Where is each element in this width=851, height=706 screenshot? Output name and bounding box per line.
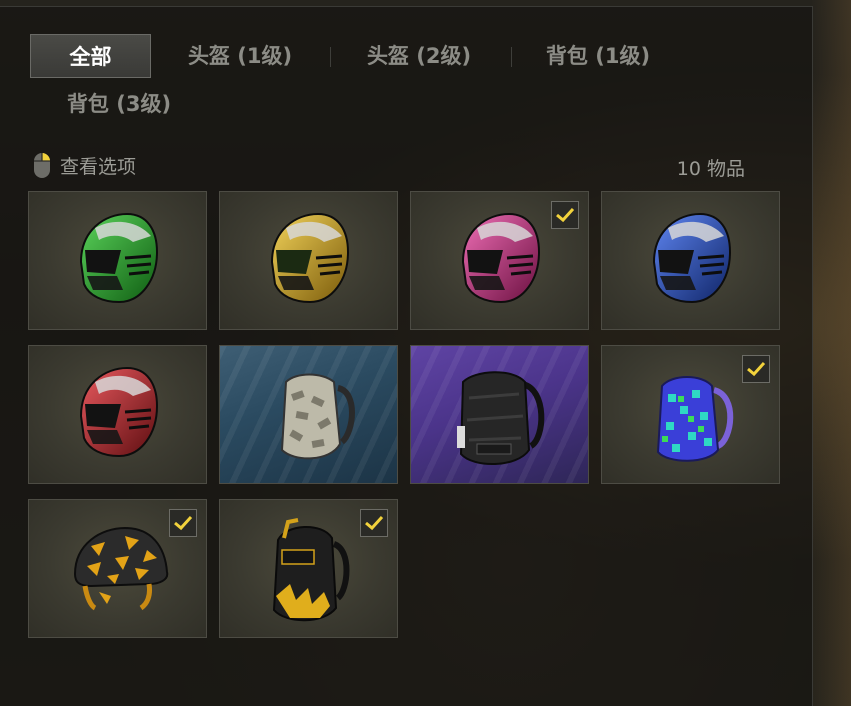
item-count: 10 物品 bbox=[676, 158, 745, 180]
background-window-light bbox=[811, 0, 851, 706]
owned-checkbox bbox=[742, 355, 770, 383]
item-tile[interactable] bbox=[28, 345, 207, 484]
backpack-icon bbox=[280, 373, 355, 460]
owned-checkbox bbox=[169, 509, 197, 537]
mouse-icon bbox=[34, 153, 50, 178]
helmet-icon bbox=[652, 212, 732, 304]
checkmark-icon bbox=[747, 361, 766, 377]
item-tile[interactable] bbox=[28, 499, 207, 638]
tab-backpack-level-1[interactable]: 背包 (1级) bbox=[528, 34, 668, 78]
item-tile[interactable] bbox=[410, 345, 589, 484]
view-options-label: 查看选项 bbox=[60, 155, 137, 178]
item-tile[interactable] bbox=[28, 191, 207, 330]
owned-checkbox bbox=[551, 201, 579, 229]
tab-helmet-level-2[interactable]: 头盔 (2级) bbox=[349, 34, 489, 78]
helmet-icon bbox=[270, 212, 350, 304]
tab-all[interactable]: 全部 bbox=[30, 34, 151, 78]
helmet-icon bbox=[79, 366, 159, 458]
owned-checkbox bbox=[360, 509, 388, 537]
backpack-icon bbox=[457, 371, 545, 465]
tab-separator bbox=[511, 47, 512, 67]
tab-separator bbox=[330, 47, 331, 67]
checkmark-icon bbox=[365, 515, 384, 531]
item-tile[interactable] bbox=[601, 345, 780, 484]
item-tile[interactable] bbox=[219, 499, 398, 638]
tab-backpack-level-3[interactable]: 背包 (3级) bbox=[49, 82, 189, 126]
item-tile[interactable] bbox=[219, 345, 398, 484]
tab-helmet-level-1[interactable]: 头盔 (1级) bbox=[170, 34, 310, 78]
helmet-icon bbox=[79, 212, 159, 304]
item-tile[interactable] bbox=[601, 191, 780, 330]
item-tile[interactable] bbox=[219, 191, 398, 330]
item-tile[interactable] bbox=[410, 191, 589, 330]
checkmark-icon bbox=[174, 515, 193, 531]
inventory-panel: 全部 头盔 (1级) 头盔 (2级) 背包 (1级) 背包 (3级) 查看选项 … bbox=[0, 6, 813, 706]
checkmark-icon bbox=[556, 207, 575, 223]
view-options-button[interactable]: 查看选项 bbox=[32, 150, 136, 180]
